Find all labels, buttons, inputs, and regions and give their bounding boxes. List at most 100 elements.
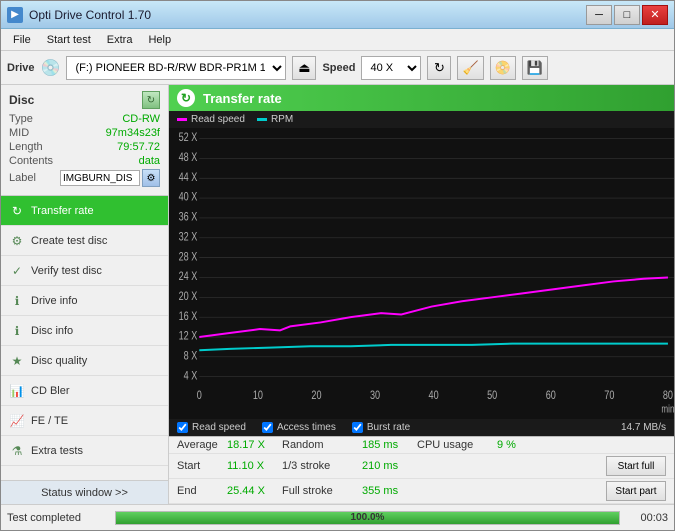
- disc-header-label: Disc: [9, 93, 34, 107]
- nav-item-verify-test-disc[interactable]: ✓ Verify test disc: [1, 256, 168, 286]
- disc-quality-icon: ★: [9, 353, 25, 369]
- titlebar: ▶ Opti Drive Control 1.70 ─ □ ✕: [1, 1, 674, 29]
- svg-text:44 X: 44 X: [179, 171, 198, 184]
- nav-item-transfer-rate[interactable]: ↻ Transfer rate: [1, 196, 168, 226]
- checkbox-access-times-input[interactable]: [262, 422, 273, 433]
- app-icon: ▶: [7, 7, 23, 23]
- checkbox-access-times[interactable]: Access times: [262, 422, 336, 433]
- end-value: 25.44 X: [227, 485, 282, 497]
- stats-row-average: Average 18.17 X Random 185 ms CPU usage …: [169, 437, 674, 454]
- nav-item-fe-te[interactable]: 📈 FE / TE: [1, 406, 168, 436]
- nav-item-create-test-disc[interactable]: ⚙ Create test disc: [1, 226, 168, 256]
- drive-select[interactable]: (F:) PIONEER BD-R/RW BDR-PR1M 1.65: [66, 56, 286, 80]
- checkbox-read-speed-input[interactable]: [177, 422, 188, 433]
- nav-label-transfer-rate: Transfer rate: [31, 205, 94, 217]
- eject-button[interactable]: ⏏: [292, 56, 316, 80]
- svg-text:0: 0: [197, 389, 202, 402]
- menu-help[interactable]: Help: [140, 32, 179, 48]
- svg-text:20 X: 20 X: [179, 290, 198, 303]
- app-title: Opti Drive Control 1.70: [29, 8, 151, 22]
- disc-info-icon: ℹ: [9, 323, 25, 339]
- start-full-button[interactable]: Start full: [606, 456, 666, 476]
- menu-file[interactable]: File: [5, 32, 39, 48]
- start-label: Start: [177, 460, 227, 472]
- nav-item-extra-tests[interactable]: ⚗ Extra tests: [1, 436, 168, 466]
- type-label: Type: [9, 113, 33, 125]
- nav-item-disc-info[interactable]: ℹ Disc info: [1, 316, 168, 346]
- start-part-button[interactable]: Start part: [606, 481, 666, 501]
- chart-area: ↻ Transfer rate Read speed RPM: [169, 85, 674, 504]
- create-disc-icon: ⚙: [9, 233, 25, 249]
- stats-row-end: End 25.44 X Full stroke 355 ms Start par…: [169, 479, 674, 504]
- maximize-button[interactable]: □: [614, 5, 640, 25]
- average-value: 18.17 X: [227, 439, 282, 451]
- status-text: Test completed: [7, 512, 107, 524]
- save-button[interactable]: 💾: [522, 56, 548, 80]
- svg-text:10: 10: [253, 389, 263, 402]
- svg-text:32 X: 32 X: [179, 230, 198, 243]
- average-label: Average: [177, 439, 227, 451]
- drive-info-icon: ℹ: [9, 293, 25, 309]
- cpu-value: 9 %: [497, 439, 552, 451]
- stroke13-value: 210 ms: [362, 460, 417, 472]
- svg-text:60: 60: [546, 389, 556, 402]
- end-label: End: [177, 485, 227, 497]
- checkbox-read-speed-label: Read speed: [192, 422, 246, 433]
- svg-text:8 X: 8 X: [184, 349, 198, 362]
- speed-label: Speed: [322, 62, 355, 74]
- nav-item-drive-info[interactable]: ℹ Drive info: [1, 286, 168, 316]
- checkbox-read-speed[interactable]: Read speed: [177, 422, 246, 433]
- menu-extra[interactable]: Extra: [99, 32, 141, 48]
- checkboxes-row: Read speed Access times Burst rate 14.7 …: [169, 419, 674, 436]
- nav-label-disc-info: Disc info: [31, 325, 73, 337]
- close-button[interactable]: ✕: [642, 5, 668, 25]
- menu-start-test[interactable]: Start test: [39, 32, 99, 48]
- legend-read-speed-label: Read speed: [191, 114, 245, 125]
- disc-label-input[interactable]: [60, 170, 140, 186]
- disc-refresh-button[interactable]: ↻: [142, 91, 160, 109]
- menubar: File Start test Extra Help: [1, 29, 674, 51]
- nav-items: ↻ Transfer rate ⚙ Create test disc ✓ Ver…: [1, 196, 168, 480]
- svg-text:20: 20: [311, 389, 321, 402]
- svg-text:40 X: 40 X: [179, 191, 198, 204]
- legend-rpm-dot: [257, 118, 267, 121]
- svg-text:80: 80: [663, 389, 673, 402]
- svg-text:28 X: 28 X: [179, 250, 198, 263]
- statusbar: Test completed 100.0% 00:03: [1, 504, 674, 530]
- length-value: 79:57.72: [117, 141, 160, 153]
- chart-header: ↻ Transfer rate: [169, 85, 674, 111]
- refresh-button[interactable]: ↻: [427, 56, 451, 80]
- svg-text:40: 40: [429, 389, 439, 402]
- legend-read-speed-dot: [177, 118, 187, 121]
- status-window-label: Status window >>: [41, 487, 128, 499]
- label-key: Label: [9, 172, 36, 184]
- svg-text:52 X: 52 X: [179, 131, 198, 144]
- chart-legend: Read speed RPM: [169, 111, 674, 128]
- length-label: Length: [9, 141, 43, 153]
- chart-svg: 52 X 48 X 44 X 40 X 36 X: [169, 128, 674, 419]
- fullstroke-value: 355 ms: [362, 485, 417, 497]
- contents-label: Contents: [9, 155, 53, 167]
- erase-button[interactable]: 🧹: [457, 56, 483, 80]
- speed-select[interactable]: 40 X: [361, 56, 421, 80]
- extra-tests-icon: ⚗: [9, 443, 25, 459]
- status-window-button[interactable]: Status window >>: [1, 480, 168, 504]
- checkbox-burst-rate[interactable]: Burst rate: [352, 422, 410, 433]
- disc-info-button[interactable]: 📀: [490, 56, 516, 80]
- stats-row-start: Start 11.10 X 1/3 stroke 210 ms Start fu…: [169, 454, 674, 479]
- contents-value: data: [139, 155, 160, 167]
- status-time: 00:03: [628, 512, 668, 524]
- sidebar: Disc ↻ Type CD-RW MID 97m34s23f Length 7…: [1, 85, 169, 504]
- nav-item-cd-bler[interactable]: 📊 CD Bler: [1, 376, 168, 406]
- svg-text:4 X: 4 X: [184, 369, 198, 382]
- svg-text:70: 70: [604, 389, 614, 402]
- nav-label-create-test-disc: Create test disc: [31, 235, 107, 247]
- disc-label-button[interactable]: ⚙: [142, 169, 160, 187]
- checkbox-burst-rate-input[interactable]: [352, 422, 363, 433]
- legend-rpm: RPM: [257, 114, 293, 125]
- minimize-button[interactable]: ─: [586, 5, 612, 25]
- nav-item-disc-quality[interactable]: ★ Disc quality: [1, 346, 168, 376]
- svg-text:24 X: 24 X: [179, 270, 198, 283]
- stats-area: Average 18.17 X Random 185 ms CPU usage …: [169, 436, 674, 504]
- burst-rate-value: 14.7 MB/s: [621, 422, 666, 433]
